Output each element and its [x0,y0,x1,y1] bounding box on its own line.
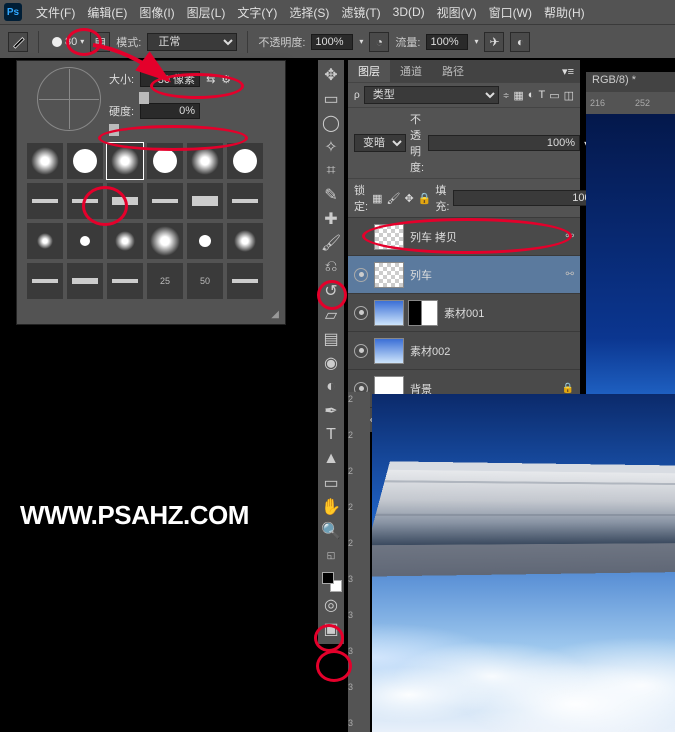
toolbox: ✥ ▭ ◯ ✧ ⌗ ✎ ✚ 🖌 ⎌ ↺ ▱ ▤ ◉ ◐ ✒ T ▲ ▭ ✋ 🔍 … [318,60,344,644]
default-colors-icon[interactable]: ◱ [320,544,342,566]
brush-swatch[interactable] [187,183,223,219]
brush-swatch[interactable] [107,183,143,219]
menu-edit[interactable]: 编辑(E) [81,4,133,21]
brush-swatch[interactable] [107,263,143,299]
canvas-upper[interactable] [586,114,675,394]
menu-3d[interactable]: 3D(D) [387,5,431,19]
hardness-label: 硬度: [109,103,134,119]
brush-swatch[interactable] [187,143,223,179]
document-title: RGB/8) * [586,72,675,92]
menu-image[interactable]: 图像(I) [133,4,180,21]
menu-help[interactable]: 帮助(H) [538,4,591,21]
menu-filter[interactable]: 滤镜(T) [335,4,386,21]
brush-swatch[interactable] [227,183,263,219]
watermark: WWW.PSAHZ.COM [20,500,249,531]
brush-swatch[interactable] [147,143,183,179]
foreground-swatch[interactable] [322,572,334,584]
flow-label: 流量: [395,34,420,50]
shape-tool-icon[interactable]: ▭ [320,472,342,494]
gradient-tool-icon[interactable]: ▤ [320,328,342,350]
brush-swatch[interactable] [187,223,223,259]
brush-panel-toggle-icon[interactable]: ▤ [90,32,110,52]
brush-swatch[interactable] [227,223,263,259]
brush-swatch[interactable]: 25 [147,263,183,299]
brush-swatch[interactable] [147,223,183,259]
eyedropper-tool-icon[interactable]: ✎ [320,184,342,206]
brush-grid: 25 50 [17,137,285,309]
marquee-tool-icon[interactable]: ▭ [320,88,342,110]
screenmode-icon[interactable]: ▣ [320,618,342,640]
pressure-size-icon[interactable]: ◐ [510,32,530,52]
brush-swatch[interactable] [27,143,63,179]
brush-swatch[interactable] [227,263,263,299]
brush-swatch[interactable]: 50 [187,263,223,299]
pressure-opacity-icon[interactable]: ◔ [369,32,389,52]
menu-select[interactable]: 选择(S) [283,4,335,21]
canvas-clouds [372,546,675,732]
healing-tool-icon[interactable]: ✚ [320,208,342,230]
color-swatches[interactable] [320,570,342,592]
annotation-circle [316,650,352,682]
eraser-tool-icon[interactable]: ▱ [320,304,342,326]
brush-size-value: 80 [65,36,77,48]
brush-swatch[interactable] [67,223,103,259]
brush-swatch[interactable] [227,143,263,179]
brush-swatch[interactable] [27,263,63,299]
brush-swatch[interactable] [67,263,103,299]
mode-label: 模式: [116,34,141,50]
menu-window[interactable]: 窗口(W) [483,4,538,21]
size-field[interactable] [140,71,200,87]
hand-tool-icon[interactable]: ✋ [320,496,342,518]
menu-type[interactable]: 文字(Y) [231,4,283,21]
brush-swatch[interactable] [107,223,143,259]
menu-layer[interactable]: 图层(L) [181,4,232,21]
crop-tool-icon[interactable]: ⌗ [320,160,342,182]
ruler-vertical: 222 223 333 344 [348,392,370,732]
menu-file[interactable]: 文件(F) [30,4,81,21]
brush-swatch[interactable] [27,223,63,259]
opacity-label: 不透明度: [258,34,305,50]
lasso-tool-icon[interactable]: ◯ [320,112,342,134]
ruler-horizontal: 216252 [586,92,675,114]
stamp-tool-icon[interactable]: ⎌ [320,256,342,278]
brush-swatch[interactable] [147,183,183,219]
size-label: 大小: [109,71,134,87]
panel-menu-icon[interactable]: ⚙ [221,73,231,86]
app-icon: Ps [4,3,22,21]
opacity-field[interactable] [311,34,353,50]
flip-x-icon[interactable]: ⇆ [206,73,215,86]
brush-preset-picker[interactable]: 80 ▾ [49,36,84,48]
pen-tool-icon[interactable]: ✒ [320,400,342,422]
wand-tool-icon[interactable]: ✧ [320,136,342,158]
panel-resize-icon[interactable]: ◢ [17,309,285,324]
blur-tool-icon[interactable]: ◉ [320,352,342,374]
hardness-field[interactable] [140,103,200,119]
blend-mode-select[interactable]: 正常 [147,33,237,51]
brush-tool-icon[interactable]: 🖌 [320,232,342,254]
brush-preset-panel: 大小: ⇆ ⚙ 硬度: [16,60,286,325]
brush-swatch-selected[interactable] [107,143,143,179]
brush-swatch[interactable] [67,183,103,219]
menu-view[interactable]: 视图(V) [431,4,483,21]
zoom-tool-icon[interactable]: 🔍 [320,520,342,542]
options-bar: 80 ▾ ▤ 模式: 正常 不透明度: ▾ ◔ 流量: ▾ ✈ ◐ [0,24,675,58]
path-select-tool-icon[interactable]: ▲ [320,448,342,470]
brush-swatch[interactable] [27,183,63,219]
document-area: RGB/8) * 216252 222 223 333 344 [348,72,675,732]
brush-swatch[interactable] [67,143,103,179]
menu-bar: Ps 文件(F) 编辑(E) 图像(I) 图层(L) 文字(Y) 选择(S) 滤… [0,0,675,24]
dodge-tool-icon[interactable]: ◐ [320,376,342,398]
canvas[interactable] [372,394,675,732]
history-brush-tool-icon[interactable]: ↺ [320,280,342,302]
flow-field[interactable] [426,34,468,50]
type-tool-icon[interactable]: T [320,424,342,446]
airbrush-icon[interactable]: ✈ [484,32,504,52]
quickmask-icon[interactable]: ◎ [320,594,342,616]
brush-angle-preview[interactable] [37,67,101,131]
brush-tool-icon[interactable] [8,32,28,52]
move-tool-icon[interactable]: ✥ [320,64,342,86]
